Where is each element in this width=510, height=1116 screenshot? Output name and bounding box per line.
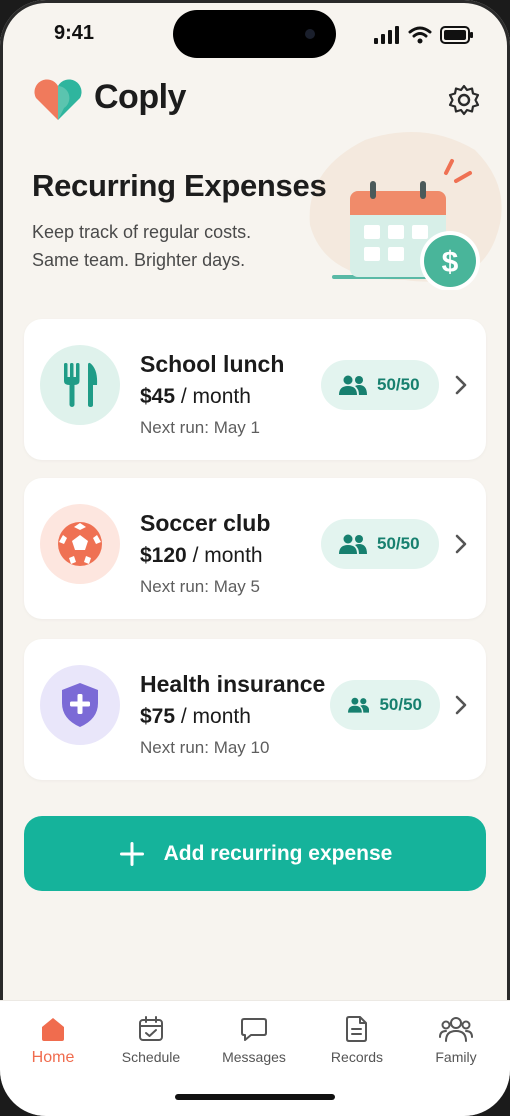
- utensils-icon: [64, 362, 98, 407]
- camera-dot: [305, 29, 315, 39]
- calendar-check-icon: [139, 1016, 163, 1041]
- people-icon: [339, 375, 367, 395]
- split-ratio: 50/50: [379, 695, 422, 714]
- expense-card-school-lunch[interactable]: School lunch $45 / month Next run: May 1…: [24, 319, 486, 460]
- split-ratio: 50/50: [377, 375, 420, 394]
- status-icons: [374, 26, 474, 44]
- add-recurring-expense-button[interactable]: Add recurring expense: [24, 816, 486, 891]
- next-run: Next run: May 10: [140, 738, 270, 757]
- heart-logo-icon: [34, 79, 82, 120]
- amount-value: $120: [140, 544, 187, 567]
- card-icon-container: [40, 504, 120, 584]
- subtitle-line-1: Keep track of regular costs.: [32, 222, 252, 242]
- next-run: Next run: May 1: [140, 418, 260, 437]
- amount-period: / month: [180, 705, 251, 728]
- home-icon: [42, 1018, 64, 1041]
- message-icon: [241, 1018, 267, 1041]
- expense-amount: $45 / month: [140, 385, 251, 409]
- tab-home[interactable]: Home: [3, 1015, 103, 1077]
- tab-family[interactable]: Family: [406, 1015, 506, 1077]
- tab-label: Records: [330, 1049, 384, 1065]
- split-badge: 50/50: [321, 519, 439, 569]
- battery-icon: [440, 26, 473, 44]
- signal-icon: [374, 26, 399, 44]
- soccer-ball-icon: [58, 522, 102, 566]
- tab-schedule[interactable]: Schedule: [101, 1015, 201, 1077]
- next-run: Next run: May 5: [140, 577, 260, 596]
- amount-value: $75: [140, 705, 176, 728]
- tab-records[interactable]: Records: [307, 1015, 407, 1077]
- shield-plus-icon: [62, 683, 98, 727]
- phone-screen: 9:41 Coply Recurring Expenses Keep track…: [0, 0, 510, 1116]
- expense-card-soccer-club[interactable]: Soccer club $120 / month Next run: May 5…: [24, 478, 486, 619]
- expense-card-health-insurance[interactable]: Health insurance $75 / month Next run: M…: [24, 639, 486, 780]
- chevron-right-icon[interactable]: [454, 695, 468, 715]
- document-icon: [346, 1016, 367, 1042]
- app-header: Coply: [30, 76, 484, 124]
- plus-icon: [119, 841, 144, 866]
- expense-amount: $120 / month: [140, 544, 263, 568]
- wifi-icon: [408, 26, 432, 44]
- status-time: 9:41: [54, 22, 95, 44]
- page-title: Recurring Expenses: [32, 168, 327, 203]
- chevron-right-icon[interactable]: [454, 534, 468, 554]
- amount-value: $45: [140, 385, 176, 408]
- expense-name: Soccer club: [140, 510, 271, 536]
- status-bar: 9:41: [0, 0, 510, 70]
- amount-period: / month: [180, 385, 251, 408]
- split-badge: 50/50: [330, 680, 440, 730]
- add-button-label: Add recurring expense: [163, 841, 393, 865]
- settings-gear-icon[interactable]: [448, 84, 480, 116]
- chevron-right-icon[interactable]: [454, 375, 468, 395]
- tab-label: Messages: [222, 1049, 286, 1065]
- tab-label: Family: [435, 1049, 477, 1065]
- home-indicator: [175, 1094, 335, 1100]
- calendar-dollar-illustration: $: [332, 159, 480, 290]
- people-icon: [348, 697, 370, 713]
- expense-name: Health insurance: [140, 671, 326, 697]
- expense-amount: $75 / month: [140, 705, 251, 729]
- card-icon-container: [40, 665, 120, 745]
- card-icon-container: [40, 345, 120, 425]
- family-icon: [439, 1017, 473, 1042]
- subtitle-line-2: Same team. Brighter days.: [32, 250, 246, 270]
- tab-label: Home: [31, 1049, 75, 1066]
- amount-period: / month: [192, 544, 263, 567]
- expense-name: School lunch: [140, 351, 285, 377]
- split-badge: 50/50: [321, 360, 439, 410]
- tab-messages[interactable]: Messages: [204, 1015, 304, 1077]
- svg-text:$: $: [442, 246, 459, 279]
- page-subtitle: Keep track of regular costs. Same team. …: [32, 218, 302, 274]
- tab-label: Schedule: [121, 1049, 181, 1065]
- app-name: Coply: [94, 78, 186, 116]
- people-icon: [339, 534, 367, 554]
- split-ratio: 50/50: [377, 534, 420, 553]
